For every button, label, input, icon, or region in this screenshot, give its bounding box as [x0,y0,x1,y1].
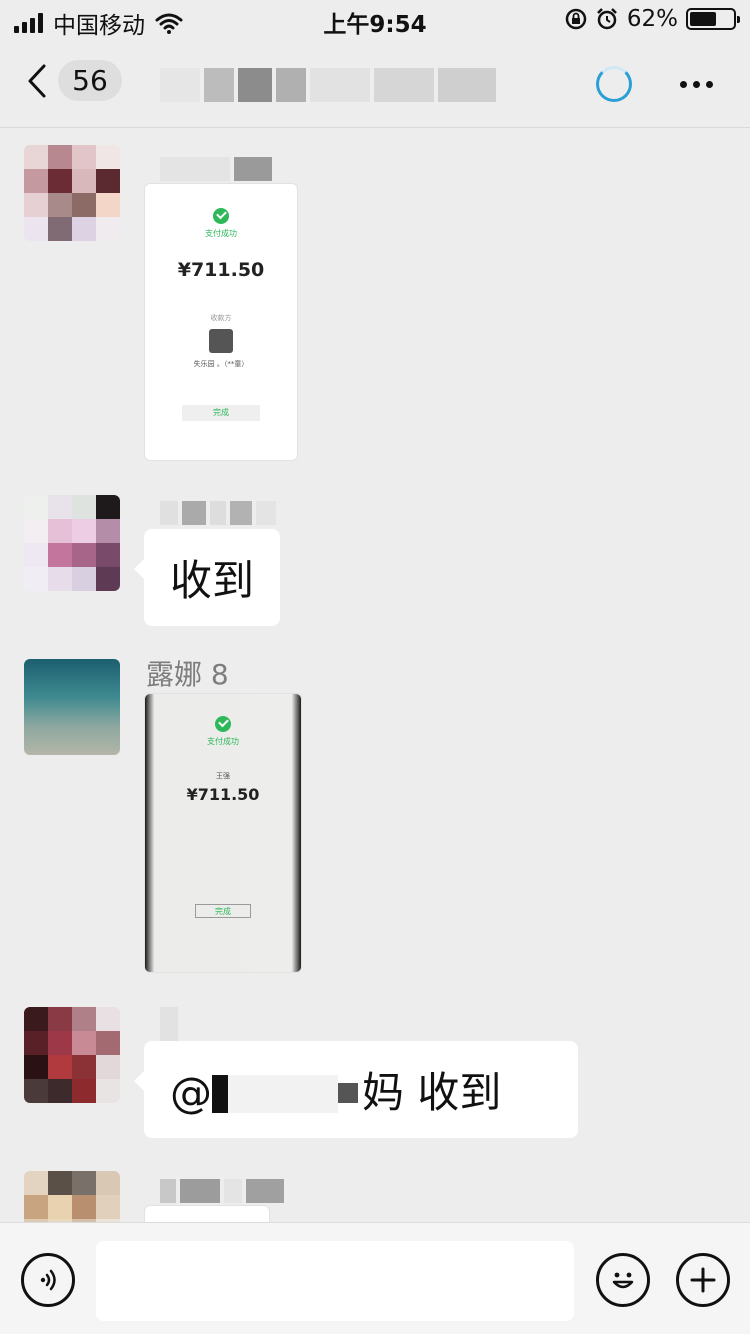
chat-message-list[interactable]: 支付成功 ¥711.50 收款方 失乐园 。（**童） 完成 收到 露娜 8 支… [0,129,750,1222]
voice-input-button[interactable] [21,1253,75,1307]
sender-name-redacted [160,157,272,181]
check-icon [213,208,229,224]
payment-screenshot-image[interactable]: 支付成功 王强 ¥711.50 完成 [144,693,302,973]
payee-name: 王强 [216,772,230,780]
plus-icon [690,1267,716,1293]
payment-status: 支付成功 [207,737,239,746]
more-options-button[interactable] [672,60,720,108]
battery-fill [690,12,717,26]
text-message-bubble[interactable]: 收到 [133,529,281,626]
image-message[interactable] [144,1205,270,1222]
avatar[interactable] [24,1007,120,1103]
alarm-icon [596,8,617,30]
payment-screenshot-image[interactable]: 支付成功 ¥711.50 收款方 失乐园 。（**童） 完成 [144,183,298,461]
more-functions-button[interactable] [676,1253,730,1307]
done-button: 完成 [195,904,251,918]
message-input-bar [0,1222,750,1334]
avatar[interactable] [24,659,120,755]
payment-amount: ¥711.50 [177,259,265,281]
avatar[interactable] [24,1171,120,1222]
sender-name-redacted [160,1007,178,1043]
redacted-block [212,1075,228,1113]
redacted-block [228,1075,338,1113]
mention-message-text: 妈 收到 [362,1068,502,1117]
more-dot [692,80,700,88]
more-dot [705,80,713,88]
emoji-button[interactable] [596,1253,650,1307]
sender-name-redacted [160,1179,284,1203]
payment-amount: ¥711.50 [186,785,260,804]
battery-percent: 62% [626,6,678,32]
redacted-block [338,1083,358,1103]
payee-label: 收款方 [210,314,232,322]
sender-name-redacted [160,501,276,525]
mention-at-sign: @ [170,1068,212,1117]
avatar[interactable] [24,495,120,591]
battery-icon [686,8,740,30]
payee-name: 失乐园 。（**童） [193,360,249,368]
done-button: 完成 [182,405,260,421]
avatar[interactable] [24,145,120,241]
rotation-lock-icon [565,8,587,30]
more-dot [679,80,687,88]
mention-message-bubble[interactable]: @ 妈 收到 [134,1041,578,1138]
status-bar: 中国移动 上午9:54 62% [0,0,750,40]
chevron-left-icon [28,64,46,97]
chat-title-redacted [160,60,560,110]
payment-status: 支付成功 [205,229,237,238]
voice-icon [40,1269,56,1291]
loading-spinner-icon [596,66,632,102]
sender-name: 露娜 8 [146,658,229,691]
check-icon [215,716,231,732]
smiley-icon [612,1272,634,1289]
payee-avatar [209,329,233,353]
unread-count-badge: 56 [58,60,122,101]
message-text-input[interactable] [96,1241,574,1321]
status-right: 62% [565,6,740,32]
chat-nav-bar: 56 [0,40,750,128]
back-button[interactable]: 56 [26,60,122,101]
